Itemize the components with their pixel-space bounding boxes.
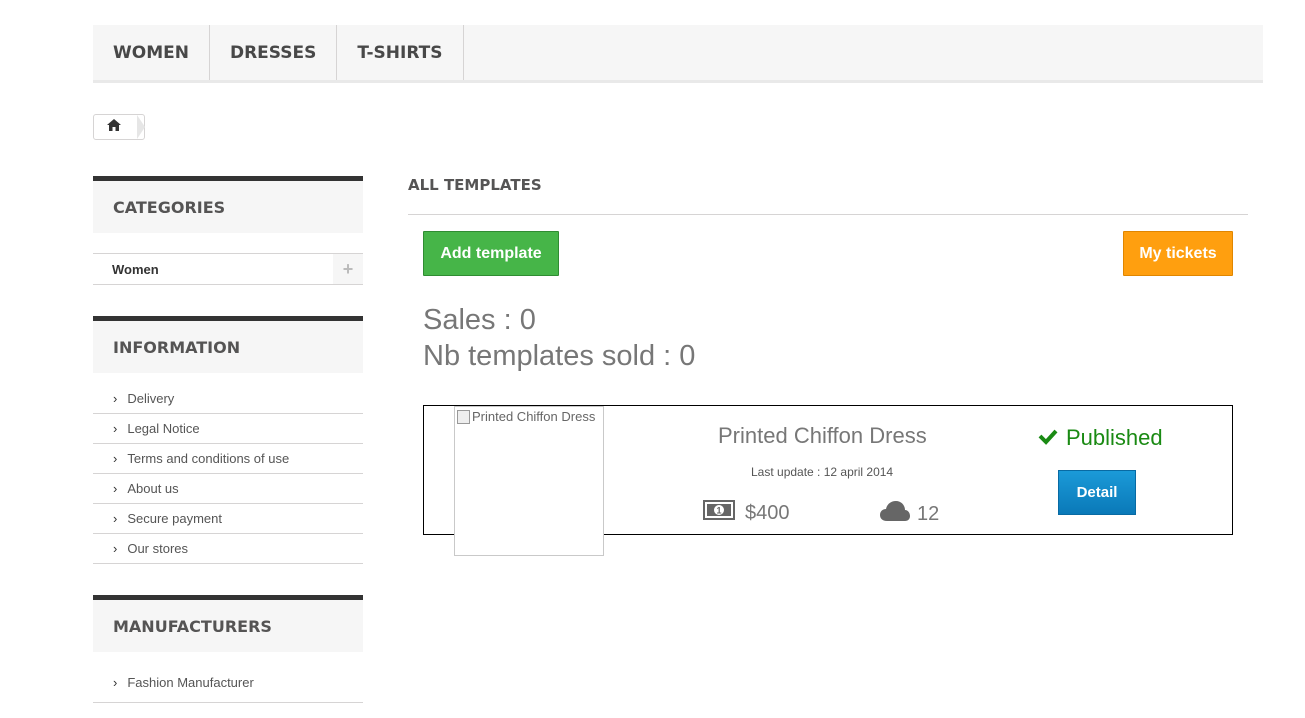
status-label: Published: [1066, 425, 1163, 450]
price-value: $400: [745, 501, 790, 524]
category-item-women[interactable]: Women +: [93, 253, 363, 285]
link-label: Our stores: [127, 541, 189, 556]
template-name: Printed Chiffon Dress: [718, 423, 927, 448]
info-link-our-stores[interactable]: › Our stores: [93, 534, 363, 564]
information-list: › Delivery › Legal Notice › Terms and condi…: [93, 384, 363, 564]
svg-text:1: 1: [716, 506, 721, 516]
template-price: 1 $400: [703, 500, 790, 526]
sales-stats: Sales : 0 Nb templates sold : 0: [423, 302, 695, 374]
category-label: Women: [112, 261, 159, 277]
link-label: Legal Notice: [127, 421, 200, 436]
link-label: Terms and conditions of use: [127, 451, 290, 466]
my-tickets-button[interactable]: My tickets: [1123, 231, 1233, 276]
detail-button[interactable]: Detail: [1058, 470, 1136, 515]
expand-plus-icon[interactable]: +: [333, 254, 363, 284]
info-link-about-us[interactable]: › About us: [93, 474, 363, 504]
template-last-update: Last update : 12 april 2014: [751, 465, 894, 479]
categories-title: CATEGORIES: [93, 176, 363, 233]
link-label: Secure payment: [127, 511, 223, 526]
info-link-secure-payment[interactable]: › Secure payment: [93, 504, 363, 534]
status-badge: Published: [1038, 425, 1163, 451]
manufacturer-link-fashion[interactable]: › Fashion Manufacturer: [93, 663, 363, 703]
image-alt-text: Printed Chiffon Dress: [472, 409, 596, 424]
top-menu: WOMEN DRESSES T-SHIRTS: [93, 25, 1263, 83]
home-icon[interactable]: [107, 118, 121, 136]
link-label: Delivery: [127, 391, 175, 406]
manufacturers-title: MANUFACTURERS: [93, 595, 363, 652]
templates-sold-count: Nb templates sold : 0: [423, 340, 696, 372]
chevron-right-icon: ›: [113, 391, 118, 406]
menu-item-dresses[interactable]: DRESSES: [210, 25, 338, 80]
info-link-terms[interactable]: › Terms and conditions of use: [93, 444, 363, 474]
template-downloads: 12: [879, 500, 939, 528]
link-label: Fashion Manufacturer: [127, 675, 254, 690]
cloud-icon: [879, 500, 917, 528]
menu-item-tshirts[interactable]: T-SHIRTS: [337, 25, 464, 80]
chevron-right-icon: ›: [113, 675, 118, 690]
manufacturers-list: › Fashion Manufacturer: [93, 663, 363, 703]
sales-count: Sales : 0: [423, 304, 536, 336]
chevron-right-icon: ›: [113, 481, 118, 496]
chevron-right-icon: ›: [113, 451, 118, 466]
information-title: INFORMATION: [93, 316, 363, 373]
menu-item-women[interactable]: WOMEN: [93, 25, 210, 80]
link-label: About us: [127, 481, 179, 496]
info-link-legal-notice[interactable]: › Legal Notice: [93, 414, 363, 444]
check-icon: [1038, 425, 1066, 451]
downloads-value: 12: [917, 502, 940, 525]
info-link-delivery[interactable]: › Delivery: [93, 384, 363, 414]
broken-image-icon: [457, 410, 470, 424]
add-template-button[interactable]: Add template: [423, 231, 559, 276]
money-icon: 1: [703, 500, 745, 526]
chevron-right-icon: ›: [113, 541, 118, 556]
page-title: ALL TEMPLATES: [408, 176, 1248, 215]
template-image[interactable]: Printed Chiffon Dress: [454, 406, 604, 556]
chevron-right-icon: ›: [113, 511, 118, 526]
breadcrumb: [93, 114, 145, 140]
chevron-right-icon: ›: [113, 421, 118, 436]
